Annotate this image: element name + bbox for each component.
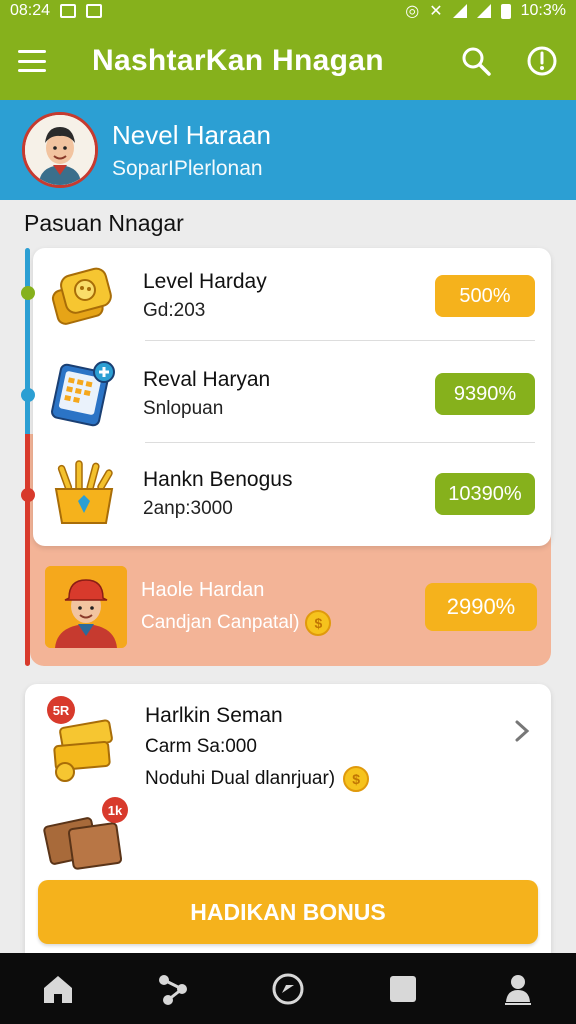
basket-icon xyxy=(45,455,123,533)
nav-share[interactable] xyxy=(151,967,195,1011)
nav-profile[interactable] xyxy=(496,967,540,1011)
square-icon xyxy=(390,975,417,1002)
timeline-line-blue xyxy=(25,248,30,438)
bonus-card: 5R 1k Harlkin Seman Carm Sa:000 Noduhi D… xyxy=(25,684,551,954)
coin-icon: $ xyxy=(305,609,332,636)
nav-recent[interactable] xyxy=(381,967,425,1011)
photo-notification-icon xyxy=(86,4,103,18)
sync-icon: ◎ xyxy=(405,3,420,20)
highlight-row[interactable]: Haole Hardan Candjan Canpatal) $ 2990% xyxy=(45,564,537,650)
timeline-dot xyxy=(21,286,35,300)
status-bar: 08:24 ◎ ✕ 10:3% xyxy=(0,0,576,22)
divider xyxy=(145,442,535,443)
mute-icon: ✕ xyxy=(429,3,443,20)
claim-bonus-button[interactable]: HADIKAN BONUS xyxy=(38,880,538,944)
app-bar: NashtarKan Hnagan xyxy=(0,22,576,100)
task-subtitle: 2anp:3000 xyxy=(143,498,233,519)
gallery-notification-icon xyxy=(60,4,77,18)
highlight-reward-button[interactable]: 2990% xyxy=(425,583,537,631)
signal-icon xyxy=(476,4,491,18)
menu-icon[interactable] xyxy=(18,50,46,72)
timeline-line-red xyxy=(25,434,30,666)
profile-subtitle: SoparIPlerlonan xyxy=(112,156,263,180)
task-title: Reval Haryan xyxy=(143,368,271,391)
coin-stack-icon xyxy=(45,257,123,335)
calendar-tablet-icon xyxy=(45,355,123,433)
share-icon xyxy=(158,974,187,1005)
app-title: NashtarKan Hnagan xyxy=(92,44,384,77)
compass-icon xyxy=(272,973,304,1004)
alert-icon[interactable] xyxy=(526,45,558,77)
bottom-nav xyxy=(0,953,576,1024)
task-subtitle: Gd:203 xyxy=(143,300,206,321)
task-list-card: Level Harday Gd:203 500% Reval Haryan Sn… xyxy=(21,248,551,666)
coin-icon: $ xyxy=(343,766,370,792)
task-title: Hankn Benogus xyxy=(143,468,293,491)
badge-text-top: 5R xyxy=(53,703,70,718)
worker-avatar xyxy=(45,566,127,648)
nav-home[interactable] xyxy=(36,967,80,1011)
profile-header[interactable]: Nevel Haraan SoparIPlerlonan xyxy=(0,100,576,200)
battery-icon xyxy=(500,3,511,19)
search-icon[interactable] xyxy=(460,45,492,77)
bonus-description: Noduhi Dual dlanrjuar) xyxy=(145,768,336,789)
section-title: Pasuan Nnagar xyxy=(24,210,184,236)
gold-bars-icon: 5R xyxy=(47,696,113,782)
nav-explore[interactable] xyxy=(266,967,310,1011)
avatar xyxy=(22,112,98,188)
wallet-icon: 1k xyxy=(43,797,128,870)
task-reward-button[interactable]: 9390% xyxy=(435,373,535,415)
profile-name: Nevel Haraan xyxy=(112,119,271,150)
task-reward-button[interactable]: 500% xyxy=(435,275,535,317)
status-time: 08:24 xyxy=(10,2,51,19)
bonus-title: Harlkin Seman xyxy=(145,704,283,727)
task-title: Level Harday xyxy=(143,270,267,293)
status-right-time: 10:3% xyxy=(520,2,566,19)
task-row[interactable]: Level Harday Gd:203 500% xyxy=(45,248,535,344)
person-icon xyxy=(505,974,532,1005)
home-icon xyxy=(43,975,72,1003)
timeline-dot xyxy=(21,488,35,502)
bonus-subtitle: Carm Sa:000 xyxy=(145,736,257,757)
highlight-title: Haole Hardan xyxy=(141,578,265,601)
task-reward-button[interactable]: 10390% xyxy=(435,473,535,515)
chevron-right-icon[interactable] xyxy=(511,718,533,744)
divider xyxy=(145,340,535,341)
task-subtitle: Snlopuan xyxy=(143,398,224,419)
wifi-icon xyxy=(452,4,467,18)
task-row[interactable]: Reval Haryan Snlopuan 9390% xyxy=(45,346,535,442)
timeline-dot xyxy=(21,388,35,402)
highlight-subtitle: Candjan Canpatal) xyxy=(141,611,300,633)
task-row[interactable]: Hankn Benogus 2anp:3000 10390% xyxy=(45,446,535,542)
badge-text-bot: 1k xyxy=(108,803,123,818)
